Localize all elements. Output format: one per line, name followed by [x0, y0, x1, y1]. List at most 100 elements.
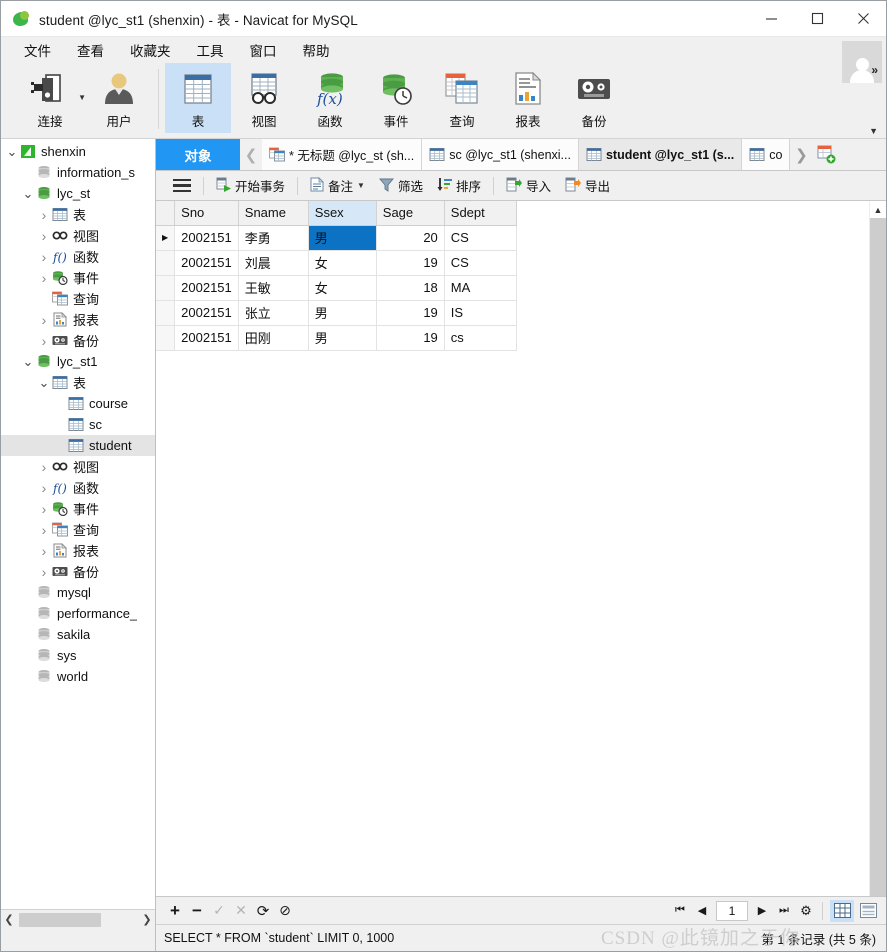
tree-item-student[interactable]: student [1, 435, 155, 456]
cell-Sname[interactable]: 张立 [238, 300, 309, 326]
tree-item-表[interactable]: › 表 [1, 204, 155, 225]
cell-Sdept[interactable]: IS [444, 300, 517, 326]
grid-view-icon[interactable] [830, 899, 854, 922]
chevron-down-icon[interactable]: ⌄ [21, 355, 35, 368]
table-row[interactable]: ▶ 2002151 李勇男 20 CS [156, 225, 517, 251]
cell-Sage[interactable]: 19 [376, 325, 445, 351]
tab-sc-table[interactable]: sc @lyc_st1 (shenxi... [422, 139, 579, 170]
sort-button[interactable]: 排序 [430, 173, 488, 199]
scroll-up-icon[interactable]: ▲ [870, 201, 886, 218]
tree-item-course[interactable]: course [1, 393, 155, 414]
chevron-right-icon[interactable]: › [37, 270, 51, 286]
chevron-right-icon[interactable]: › [37, 564, 51, 580]
ribbon-connection[interactable]: 连接 ▼ [14, 63, 86, 133]
chevron-down-icon[interactable]: ▼ [78, 93, 86, 102]
table-row[interactable]: 2002151 王敏女 18 MA [156, 275, 517, 301]
tree-item-information_s[interactable]: information_s [1, 162, 155, 183]
tree-item-world[interactable]: world [1, 666, 155, 687]
table-row[interactable]: 2002151 刘晨女 19 CS [156, 250, 517, 276]
tree-item-performance_[interactable]: performance_ [1, 603, 155, 624]
tab-untitled-query[interactable]: * 无标题 @lyc_st (sh... [262, 139, 423, 170]
cell-Sage[interactable]: 19 [376, 250, 445, 276]
stop-button[interactable]: ⊘ [274, 900, 296, 922]
data-grid[interactable]: Sno Sname Ssex Sage Sdept ▶ 2002151 李勇男 20 CS 2002… [156, 201, 517, 351]
menu-favorites[interactable]: 收藏夹 [117, 37, 184, 63]
tree-item-查询[interactable]: › 查询 [1, 519, 155, 540]
ribbon-collapse-icon[interactable]: ▼ [869, 126, 878, 136]
import-button[interactable]: 导入 [499, 173, 558, 199]
tab-scroll-left-icon[interactable]: ❮ [240, 139, 262, 170]
begin-transaction-button[interactable]: 开始事务 [209, 173, 292, 199]
cell-Ssex[interactable]: 男 [308, 225, 377, 251]
tree-item-sakila[interactable]: sakila [1, 624, 155, 645]
tree-item-shenxin[interactable]: ⌄ shenxin [1, 141, 155, 162]
tree-item-sc[interactable]: sc [1, 414, 155, 435]
scrollbar-thumb[interactable] [19, 913, 101, 927]
cell-Sdept[interactable]: CS [444, 250, 517, 276]
cell-Sage[interactable]: 19 [376, 300, 445, 326]
row-marker[interactable] [156, 300, 176, 326]
last-record-button[interactable]: ⏭ [773, 900, 795, 922]
tree-item-mysql[interactable]: mysql [1, 582, 155, 603]
tree-item-函数[interactable]: › f() 函数 [1, 246, 155, 267]
tree-item-备份[interactable]: › 备份 [1, 330, 155, 351]
prev-record-button[interactable]: ◀ [691, 900, 713, 922]
tab-objects[interactable]: 对象 [156, 139, 240, 170]
row-marker[interactable]: ▶ [156, 225, 176, 251]
tree-item-表[interactable]: ⌄ 表 [1, 372, 155, 393]
table-row[interactable]: 2002151 张立男 19 IS [156, 300, 517, 326]
tree-item-函数[interactable]: › f() 函数 [1, 477, 155, 498]
cell-Sname[interactable]: 刘晨 [238, 250, 309, 276]
add-record-button[interactable]: + [164, 900, 186, 922]
column-header-Sno[interactable]: Sno [174, 201, 239, 226]
page-number-input[interactable]: 1 [716, 900, 748, 921]
cell-Sdept[interactable]: MA [444, 275, 517, 301]
cell-Sno[interactable]: 2002151 [174, 275, 239, 301]
chevron-right-icon[interactable]: › [37, 249, 51, 265]
tree-item-视图[interactable]: › 视图 [1, 225, 155, 246]
tree-item-事件[interactable]: › 事件 [1, 267, 155, 288]
tree-item-lyc_st1[interactable]: ⌄ lyc_st1 [1, 351, 155, 372]
ribbon-table[interactable]: 表 [165, 63, 231, 133]
cell-Sno[interactable]: 2002151 [174, 250, 239, 276]
tab-scroll-right-icon[interactable]: ❯ [790, 139, 813, 170]
cell-Sno[interactable]: 2002151 [174, 225, 239, 251]
next-record-button[interactable]: ▶ [751, 900, 773, 922]
cell-Ssex[interactable]: 男 [308, 325, 377, 351]
note-button[interactable]: 备注 ▼ [303, 173, 372, 199]
grid-vertical-scrollbar[interactable]: ▲ [869, 201, 886, 896]
cell-Ssex[interactable]: 女 [308, 275, 377, 301]
sidebar-horizontal-scrollbar[interactable]: ❮ ❯ [1, 909, 155, 929]
chevron-right-icon[interactable]: › [37, 459, 51, 475]
chevron-right-icon[interactable]: › [37, 522, 51, 538]
tree-item-备份[interactable]: › 备份 [1, 561, 155, 582]
ribbon-function[interactable]: f(x) 函数 [297, 63, 363, 133]
cell-Sdept[interactable]: cs [444, 325, 517, 351]
menu-tools[interactable]: 工具 [184, 37, 237, 63]
ribbon-view[interactable]: 视图 [231, 63, 297, 133]
ribbon-query[interactable]: 查询 [429, 63, 495, 133]
chevron-down-icon[interactable]: ⌄ [37, 376, 51, 389]
tree-item-事件[interactable]: › 事件 [1, 498, 155, 519]
tree-item-lyc_st[interactable]: ⌄ lyc_st [1, 183, 155, 204]
cell-Sno[interactable]: 2002151 [174, 300, 239, 326]
grid-settings-button[interactable]: ⚙ [795, 900, 817, 922]
column-header-Ssex[interactable]: Ssex [308, 201, 377, 226]
row-marker[interactable] [156, 325, 176, 351]
apply-change-button[interactable]: ✓ [208, 900, 230, 922]
tree-item-报表[interactable]: › 报表 [1, 309, 155, 330]
chevron-down-icon[interactable]: ⌄ [21, 187, 35, 200]
menu-file[interactable]: 文件 [11, 37, 64, 63]
tree-item-查询[interactable]: 查询 [1, 288, 155, 309]
menu-window[interactable]: 窗口 [237, 37, 290, 63]
object-tree[interactable]: ⌄ shenxin information_s ⌄ lyc_st › 表 › 视图 › f() 函数 ›… [1, 139, 155, 909]
chevron-right-icon[interactable]: › [37, 207, 51, 223]
chevron-right-icon[interactable]: › [37, 333, 51, 349]
minimize-icon[interactable] [748, 1, 794, 37]
chevron-right-icon[interactable]: › [37, 501, 51, 517]
cell-Ssex[interactable]: 女 [308, 250, 377, 276]
column-header-Sdept[interactable]: Sdept [444, 201, 517, 226]
column-header-Sage[interactable]: Sage [376, 201, 445, 226]
scrollbar-thumb-vertical[interactable] [870, 218, 886, 896]
tab-course-table[interactable]: co [742, 139, 791, 170]
